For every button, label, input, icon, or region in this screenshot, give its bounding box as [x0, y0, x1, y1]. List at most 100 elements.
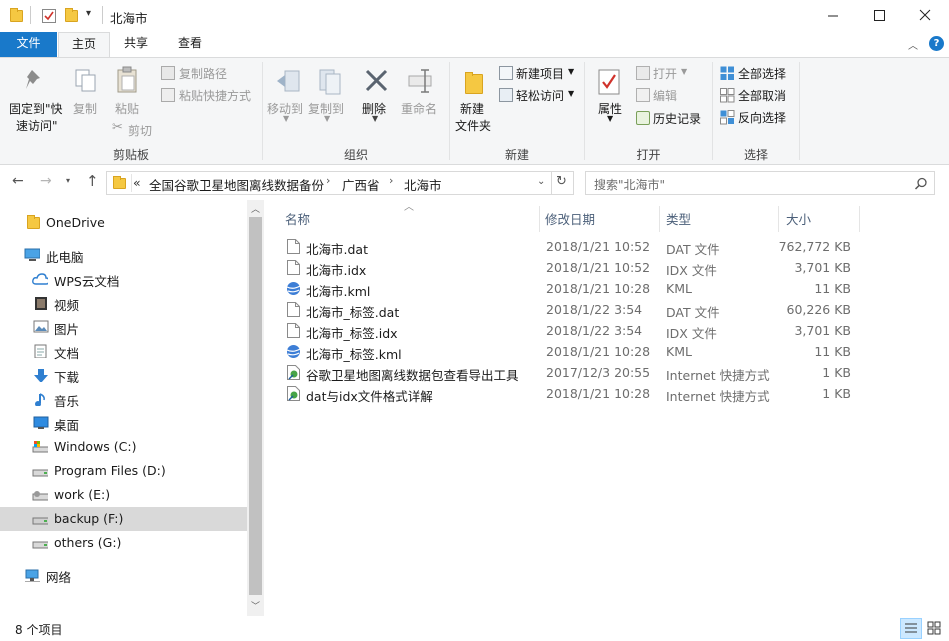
table-row[interactable]: 北海市.kml 2018/1/21 10:28 KML 11 KB	[285, 278, 865, 299]
new-item-button[interactable]: 新建项目 ▼	[496, 64, 582, 82]
help-icon[interactable]: ?	[929, 36, 944, 51]
divider[interactable]	[659, 206, 660, 232]
new-folder-icon[interactable]	[65, 8, 78, 22]
search-input[interactable]: 搜索"北海市"	[585, 171, 935, 195]
table-row[interactable]: dat与idx文件格式详解 2018/1/21 10:28 Internet 快…	[285, 383, 865, 404]
select-none-button[interactable]: 全部取消	[717, 86, 797, 104]
nav-item-onedrive[interactable]: OneDrive	[0, 211, 247, 235]
scrollbar-thumb[interactable]	[249, 217, 262, 595]
status-bar: 8 个项目	[0, 616, 949, 641]
divider[interactable]	[778, 206, 779, 232]
file-type: Internet 快捷方式	[666, 368, 770, 383]
pin-quick-access-button[interactable]: 固定到"快 速访问"	[6, 64, 64, 134]
properties-button[interactable]: 属性 ▼	[591, 64, 629, 134]
up-arrow-icon[interactable]: ↑	[86, 172, 99, 190]
chevron-right-icon[interactable]: ›	[389, 174, 393, 187]
address-bar[interactable]: « 全国谷歌卫星地图离线数据备份 › 广西省 › 北海市 ⌄	[106, 171, 552, 195]
invert-selection-button[interactable]: 反向选择	[717, 108, 797, 126]
chevron-down-icon[interactable]: ⌄	[537, 176, 545, 187]
paste-shortcut-button[interactable]: 粘贴快捷方式	[158, 86, 258, 104]
details-view-button[interactable]	[900, 618, 922, 639]
divider[interactable]	[859, 206, 860, 232]
nav-item-drive-c[interactable]: Windows (C:)	[0, 435, 247, 459]
table-row[interactable]: 北海市.idx 2018/1/21 10:52 IDX 文件 3,701 KB	[285, 257, 865, 278]
chevron-right-icon[interactable]: ›	[326, 174, 330, 187]
table-row[interactable]: 北海市_标签.idx 2018/1/22 3:54 IDX 文件 3,701 K…	[285, 320, 865, 341]
rename-label: 重命名	[401, 102, 438, 116]
new-item-icon	[499, 66, 513, 80]
clipboard-group-label: 剪贴板	[112, 148, 149, 162]
copy-path-button[interactable]: 复制路径	[158, 64, 258, 82]
nav-item-pictures[interactable]: 图片	[0, 315, 247, 339]
nav-item-drive-d[interactable]: Program Files (D:)	[0, 459, 247, 483]
delete-button[interactable]: 删除 ▼	[359, 64, 393, 128]
select-all-button[interactable]: 全部选择	[717, 64, 797, 82]
copy-to-button[interactable]: 复制到 ▼	[308, 64, 348, 128]
table-row[interactable]: 谷歌卫星地图离线数据包查看导出工具 2017/12/3 20:55 Intern…	[285, 362, 865, 383]
nav-item-network[interactable]: 网络	[0, 563, 247, 587]
nav-item-videos[interactable]: 视频	[0, 291, 247, 315]
shortcut-icon	[287, 365, 300, 380]
open-button[interactable]: 打开 ▼	[633, 64, 709, 82]
paste-button[interactable]: 粘贴	[108, 64, 148, 124]
tab-home[interactable]: 主页	[58, 32, 110, 58]
file-type: DAT 文件	[666, 242, 720, 257]
file-date: 2018/1/21 10:52	[546, 260, 651, 275]
nav-item-drive-e[interactable]: work (E:)	[0, 483, 247, 507]
nav-item-drive-g[interactable]: others (G:)	[0, 531, 247, 555]
nav-scrollbar[interactable]: ︿ ﹀	[247, 200, 264, 616]
table-row[interactable]: 北海市_标签.dat 2018/1/22 3:54 DAT 文件 60,226 …	[285, 299, 865, 320]
column-header-type[interactable]: 类型	[666, 209, 691, 228]
copy-button[interactable]: 复制	[68, 64, 104, 124]
new-folder-button[interactable]: 新建 文件夹	[452, 64, 496, 136]
organize-group: 移动到 ▼ 复制到 ▼ 删除 ▼ 重命名 组织	[263, 58, 449, 164]
breadcrumb-item[interactable]: 广西省	[342, 175, 380, 194]
nav-item-wps-cloud[interactable]: WPS云文档	[0, 267, 247, 291]
breadcrumb-item[interactable]: 全国谷歌卫星地图离线数据备份	[149, 175, 324, 194]
table-row[interactable]: 北海市_标签.kml 2018/1/21 10:28 KML 11 KB	[285, 341, 865, 362]
large-icons-view-button[interactable]	[924, 618, 946, 639]
rename-button[interactable]: 重命名	[399, 64, 443, 124]
collapse-ribbon-icon[interactable]: ︿	[908, 37, 918, 52]
table-row[interactable]: 北海市.dat 2018/1/21 10:52 DAT 文件 762,772 K…	[285, 236, 865, 257]
recent-locations-icon[interactable]: ▾	[66, 176, 70, 185]
file-size: 60,226 KB	[786, 302, 851, 317]
nav-item-drive-f[interactable]: backup (F:)	[0, 507, 247, 531]
refresh-button[interactable]: ↻	[552, 171, 574, 195]
ribbon: 固定到"快 速访问" 复制 粘贴 复制路径 粘贴快捷方式 ✂ 剪切 剪贴板 移动…	[0, 57, 949, 165]
cut-button[interactable]: ✂ 剪切	[110, 120, 170, 138]
cloud-icon	[32, 273, 48, 285]
tab-view[interactable]: 查看	[162, 32, 218, 57]
maximize-button[interactable]	[856, 0, 902, 32]
column-header-date[interactable]: 修改日期	[545, 209, 595, 228]
properties-icon[interactable]	[42, 9, 56, 23]
divider[interactable]	[539, 206, 540, 232]
column-header-name[interactable]: 名称	[285, 209, 310, 228]
nav-item-downloads[interactable]: 下载	[0, 363, 247, 387]
forward-arrow-icon[interactable]: →	[40, 173, 52, 189]
scroll-up-icon[interactable]: ︿	[251, 202, 260, 215]
easy-access-button[interactable]: 轻松访问 ▼	[496, 86, 582, 104]
back-arrow-icon[interactable]: ←	[12, 173, 24, 189]
tab-share[interactable]: 共享	[110, 32, 162, 57]
search-icon[interactable]	[914, 177, 928, 191]
breadcrumb-overflow[interactable]: «	[133, 175, 141, 190]
scroll-down-icon[interactable]: ﹀	[251, 599, 260, 612]
column-header-size[interactable]: 大小	[786, 209, 811, 228]
nav-item-documents[interactable]: 文档	[0, 339, 247, 363]
history-button[interactable]: 历史记录	[633, 109, 709, 127]
history-label: 历史记录	[653, 112, 702, 126]
nav-item-music[interactable]: 音乐	[0, 387, 247, 411]
tab-file[interactable]: 文件	[0, 32, 57, 57]
nav-item-label: 下载	[54, 370, 80, 385]
drive-icon	[32, 541, 48, 549]
breadcrumb-item[interactable]: 北海市	[404, 175, 442, 194]
nav-item-this-pc[interactable]: 此电脑	[0, 243, 247, 267]
nav-item-desktop[interactable]: 桌面	[0, 411, 247, 435]
edit-button[interactable]: 编辑	[633, 86, 709, 104]
customize-quick-access-icon[interactable]: ▾	[86, 8, 91, 19]
file-name: 北海市_标签.dat	[306, 305, 400, 320]
close-button[interactable]	[902, 0, 948, 32]
move-to-button[interactable]: 移动到 ▼	[267, 64, 307, 128]
minimize-button[interactable]	[810, 0, 856, 32]
